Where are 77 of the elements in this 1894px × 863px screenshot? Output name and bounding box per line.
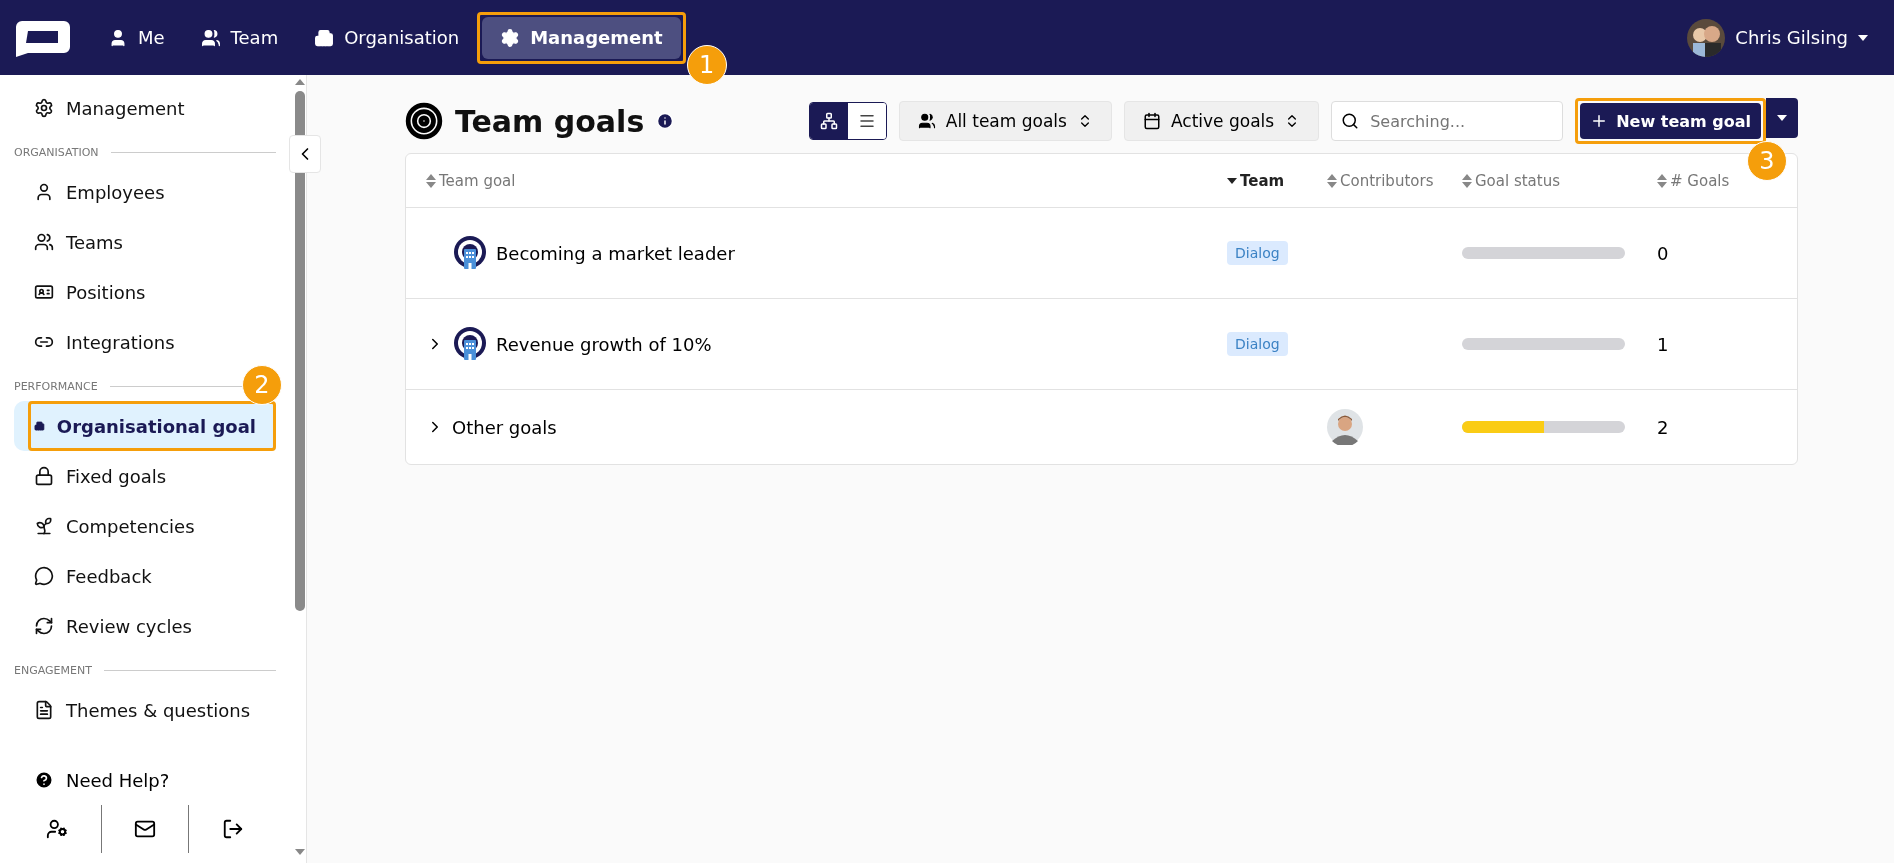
step-number: 3 [1747, 141, 1787, 181]
sidebar-item[interactable]: Employees [14, 167, 276, 217]
avatar [1687, 18, 1726, 57]
step-number: 1 [686, 44, 727, 85]
target-building-icon [452, 326, 488, 362]
speech-bubble-icon [34, 566, 54, 586]
document-icon [34, 700, 54, 720]
list-view-button[interactable] [847, 103, 886, 139]
sidebar-item[interactable]: Competencies [14, 501, 276, 551]
sidebar-item[interactable]: Themes & questions [14, 685, 276, 735]
filter-dropdown[interactable]: Active goals [1123, 101, 1320, 141]
menu-icon [857, 112, 876, 130]
sidebar-item[interactable]: Review cycles [14, 601, 276, 651]
caret-icon [1777, 115, 1787, 121]
goal-name[interactable]: Becoming a market leader [496, 242, 735, 264]
sidebar-item[interactable]: Teams [14, 217, 276, 267]
nav-tab[interactable]: Organisation [296, 16, 478, 59]
sidebar-item[interactable]: Positions [14, 267, 276, 317]
sidebar-item[interactable]: Management [14, 83, 276, 133]
sidebar-item[interactable]: Fixed goals [14, 451, 276, 501]
column-header[interactable]: Goal status [1462, 171, 1657, 190]
column-header[interactable]: Team goal [426, 171, 1227, 190]
logout-icon [221, 818, 244, 840]
step-number: 2 [242, 365, 282, 405]
caret-icon [1227, 177, 1237, 184]
hierarchy-icon [819, 112, 838, 130]
page-title: Team goals [455, 103, 645, 139]
gear-icon [34, 98, 54, 118]
info-icon[interactable] [656, 112, 675, 130]
nav-tab[interactable]: Me [90, 16, 183, 59]
help-icon [34, 770, 54, 790]
person-icon [34, 182, 54, 202]
goal-count: 1 [1657, 333, 1670, 355]
nav-tab[interactable]: Team [182, 16, 297, 59]
goal-name[interactable]: Revenue growth of 10% [496, 333, 712, 355]
people-icon [200, 27, 221, 48]
help-link[interactable]: Need Help? [34, 759, 256, 801]
goal-count: 0 [1657, 242, 1670, 264]
tree-view-button[interactable] [809, 103, 848, 139]
caret-icon [295, 849, 305, 855]
caret-icon [295, 79, 305, 85]
refresh-icon [34, 616, 54, 636]
sort-icon [1462, 173, 1472, 188]
lock-icon [34, 466, 54, 486]
id-card-icon [34, 282, 54, 302]
user-gear-icon [46, 818, 69, 840]
people-icon [34, 232, 54, 252]
team-tag: Dialog [1227, 332, 1288, 356]
sidebar-item[interactable]: Integrations [14, 317, 276, 367]
target-building-icon [452, 235, 488, 271]
sort-icon [426, 173, 436, 188]
filter-dropdown[interactable]: All team goals [898, 101, 1112, 141]
new-team-goal-button[interactable]: New team goal [1580, 103, 1761, 139]
goal-name[interactable]: Other goals [452, 416, 557, 438]
sprout-icon [34, 516, 54, 536]
calendar-icon [1142, 112, 1161, 130]
nav-tab[interactable]: Management [482, 16, 681, 59]
team-tag: Dialog [1227, 241, 1288, 265]
section-label: ENGAGEMENT [14, 663, 92, 677]
target-icon [405, 102, 443, 140]
column-header[interactable]: Team [1227, 171, 1327, 190]
people-icon [917, 112, 936, 130]
logo-icon[interactable] [14, 18, 72, 57]
mail-icon [134, 818, 156, 840]
section-label: ORGANISATION [14, 145, 99, 159]
sort-icon [1327, 173, 1337, 188]
section-label: PERFORMANCE [14, 379, 98, 393]
search-field[interactable]: Searching... [1331, 101, 1564, 141]
column-header[interactable]: Contributors [1327, 171, 1462, 190]
gear-icon [500, 27, 521, 48]
sort-icon [1657, 173, 1667, 188]
user-menu[interactable]: Chris Gilsing [1681, 17, 1874, 58]
caret-icon [1858, 34, 1868, 41]
dropdown-button[interactable] [1766, 98, 1798, 138]
sidebar-item[interactable]: Feedback [14, 551, 276, 601]
goal-count: 2 [1657, 416, 1670, 438]
search-icon [1341, 112, 1360, 130]
